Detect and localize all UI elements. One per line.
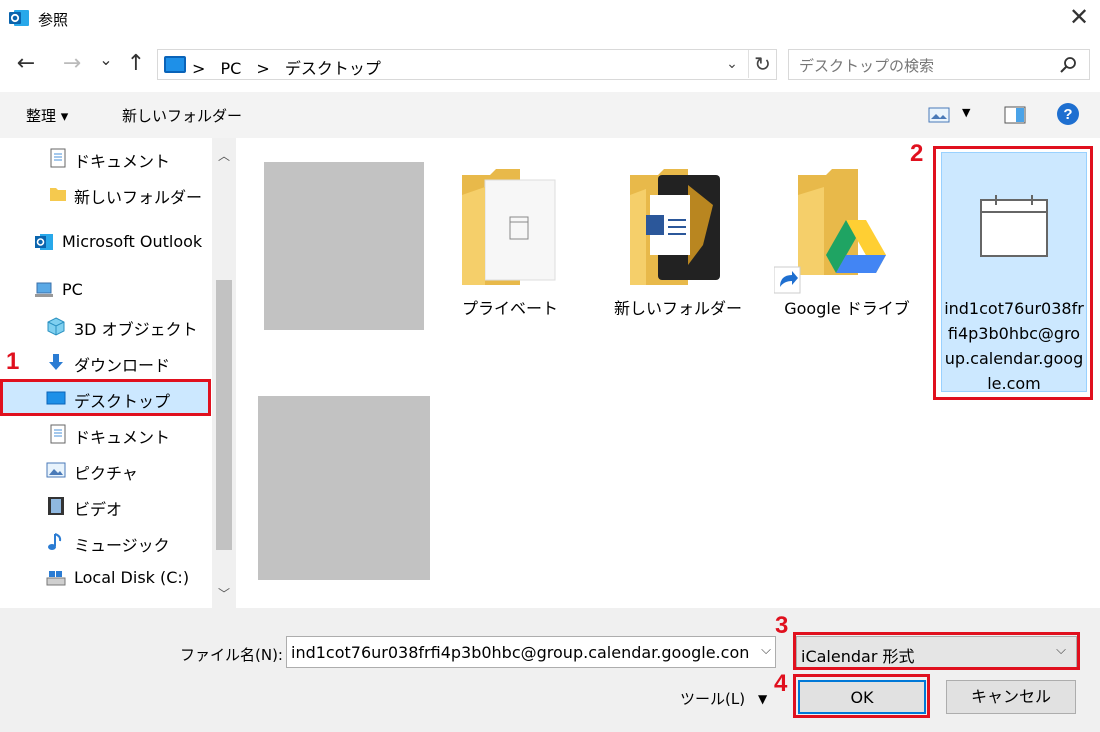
redacted-thumbnail bbox=[264, 162, 424, 330]
close-icon[interactable]: ✕ bbox=[1066, 4, 1092, 30]
organize-menu-button[interactable]: 整理 ▾ bbox=[26, 105, 68, 126]
sidebar-item-label: ビデオ bbox=[74, 500, 123, 519]
file-item-label[interactable]: プライベート bbox=[440, 296, 580, 321]
search-icon bbox=[1060, 57, 1076, 73]
sidebar-item-label: ドキュメント bbox=[74, 152, 171, 171]
sidebar-item-label: ミュージック bbox=[74, 536, 170, 555]
annotation-box bbox=[933, 146, 1093, 400]
google-drive-shortcut-icon[interactable] bbox=[774, 165, 904, 295]
video-icon bbox=[48, 497, 64, 515]
sidebar-item-music[interactable]: ミュージック bbox=[0, 525, 210, 559]
sidebar-item-label: ピクチャ bbox=[74, 464, 138, 483]
picture-icon bbox=[46, 462, 66, 478]
folder-icon bbox=[50, 188, 66, 201]
annotation-number: 3 bbox=[775, 612, 789, 639]
folder-word-icon[interactable] bbox=[628, 165, 728, 290]
annotation-box bbox=[0, 379, 211, 416]
outlook-icon bbox=[35, 234, 53, 250]
scrollbar-thumb[interactable] bbox=[216, 280, 232, 550]
address-dropdown-chevron-icon[interactable]: ⌄ bbox=[718, 50, 746, 78]
view-options-icon[interactable] bbox=[928, 107, 950, 123]
up-arrow-icon[interactable]: ↑ bbox=[122, 50, 150, 78]
annotation-number: 1 bbox=[6, 348, 20, 375]
sidebar-item-documents[interactable]: ドキュメント bbox=[0, 417, 210, 451]
sidebar-item-microsoft-outlook[interactable]: Microsoft Outlook bbox=[0, 225, 210, 259]
sidebar-scrollbar[interactable]: ︿ ﹀ bbox=[212, 138, 236, 608]
annotation-box bbox=[793, 674, 930, 718]
outlook-icon bbox=[9, 10, 29, 26]
filename-value: ind1cot76ur038frfi4p3b0hbc@group.calenda… bbox=[291, 643, 750, 662]
preview-pane-icon[interactable] bbox=[1004, 106, 1026, 124]
sidebar-item-label: 新しいフォルダー bbox=[74, 188, 203, 207]
search-input[interactable]: デスクトップの検索 bbox=[788, 49, 1090, 80]
address-bar[interactable]: > PC > デスクトップ bbox=[157, 49, 777, 80]
recent-locations-chevron-icon[interactable]: ⌄ bbox=[92, 46, 120, 74]
annotation-number: 4 bbox=[774, 670, 788, 697]
annotation-number: 2 bbox=[910, 140, 924, 167]
chevron-down-icon[interactable]: ⌵ bbox=[761, 643, 771, 658]
pc-icon bbox=[35, 282, 53, 297]
sidebar-item-downloads[interactable]: ダウンロード bbox=[0, 345, 210, 379]
breadcrumb-pc[interactable]: PC bbox=[221, 59, 242, 78]
breadcrumb-separator: > bbox=[192, 59, 206, 78]
scroll-up-icon[interactable]: ︿ bbox=[212, 144, 236, 168]
sidebar-item-new-folder[interactable]: 新しいフォルダー bbox=[0, 177, 210, 211]
view-dropdown-chevron-icon[interactable]: ▼ bbox=[962, 106, 970, 119]
sidebar-item-label: 3D オブジェクト bbox=[74, 320, 198, 339]
file-item-label[interactable]: 新しいフォルダー bbox=[608, 296, 748, 321]
file-item-label[interactable]: Google ドライブ bbox=[774, 296, 920, 321]
sidebar-item-pc[interactable]: PC bbox=[0, 273, 210, 307]
breadcrumb-desktop[interactable]: デスクトップ bbox=[285, 59, 381, 78]
svg-text:?: ? bbox=[1063, 106, 1072, 123]
scroll-down-icon[interactable]: ﹀ bbox=[212, 582, 236, 606]
folder-calendar-icon[interactable] bbox=[460, 165, 560, 290]
redacted-thumbnail bbox=[258, 396, 430, 580]
search-placeholder: デスクトップの検索 bbox=[799, 57, 935, 75]
sidebar-item-pictures[interactable]: ピクチャ bbox=[0, 453, 210, 487]
command-bar: 整理 ▾ 新しいフォルダー ▼ ? bbox=[0, 92, 1100, 138]
dialog-footer bbox=[0, 608, 1100, 732]
navigation-pane: ドキュメント 新しいフォルダー Microsoft Outlook PC 3D … bbox=[0, 138, 236, 608]
breadcrumb-separator: > bbox=[256, 59, 270, 78]
sidebar-item-label: Local Disk (C:) bbox=[74, 568, 190, 587]
refresh-icon[interactable]: ↻ bbox=[748, 50, 776, 78]
cancel-button[interactable]: キャンセル bbox=[946, 680, 1076, 714]
sidebar-item-label: Microsoft Outlook bbox=[62, 232, 203, 251]
document-icon bbox=[50, 424, 66, 444]
disk-icon bbox=[46, 571, 66, 586]
download-icon bbox=[49, 354, 63, 370]
annotation-box bbox=[793, 632, 1080, 670]
sidebar-item-3d-objects[interactable]: 3D オブジェクト bbox=[0, 309, 210, 343]
sidebar-item-local-disk[interactable]: Local Disk (C:) bbox=[0, 561, 210, 595]
document-icon bbox=[50, 148, 66, 168]
sidebar-item-label: ドキュメント bbox=[74, 428, 171, 447]
tools-dropdown-icon[interactable]: ▼ bbox=[758, 692, 767, 706]
filename-label: ファイル名(N): bbox=[180, 646, 283, 664]
back-arrow-icon[interactable]: ← bbox=[12, 50, 40, 78]
help-icon[interactable]: ? bbox=[1056, 102, 1080, 126]
breadcrumb: > PC > デスクトップ bbox=[192, 55, 391, 79]
sidebar-item-videos[interactable]: ビデオ bbox=[0, 489, 210, 523]
sidebar-item-documents[interactable]: ドキュメント bbox=[0, 141, 210, 175]
cube-icon bbox=[47, 317, 65, 336]
music-icon bbox=[48, 533, 62, 550]
forward-arrow-icon[interactable]: → bbox=[58, 50, 86, 78]
sidebar-item-label: ダウンロード bbox=[74, 356, 171, 375]
filename-field[interactable]: ind1cot76ur038frfi4p3b0hbc@group.calenda… bbox=[286, 636, 776, 668]
sidebar-item-label: PC bbox=[62, 280, 83, 299]
window-title: 参照 bbox=[38, 11, 69, 29]
title-bar: 参照 ✕ bbox=[0, 0, 1100, 38]
tools-menu-button[interactable]: ツール(L) bbox=[680, 688, 745, 709]
desktop-icon bbox=[164, 56, 186, 73]
new-folder-button[interactable]: 新しいフォルダー bbox=[122, 105, 242, 126]
